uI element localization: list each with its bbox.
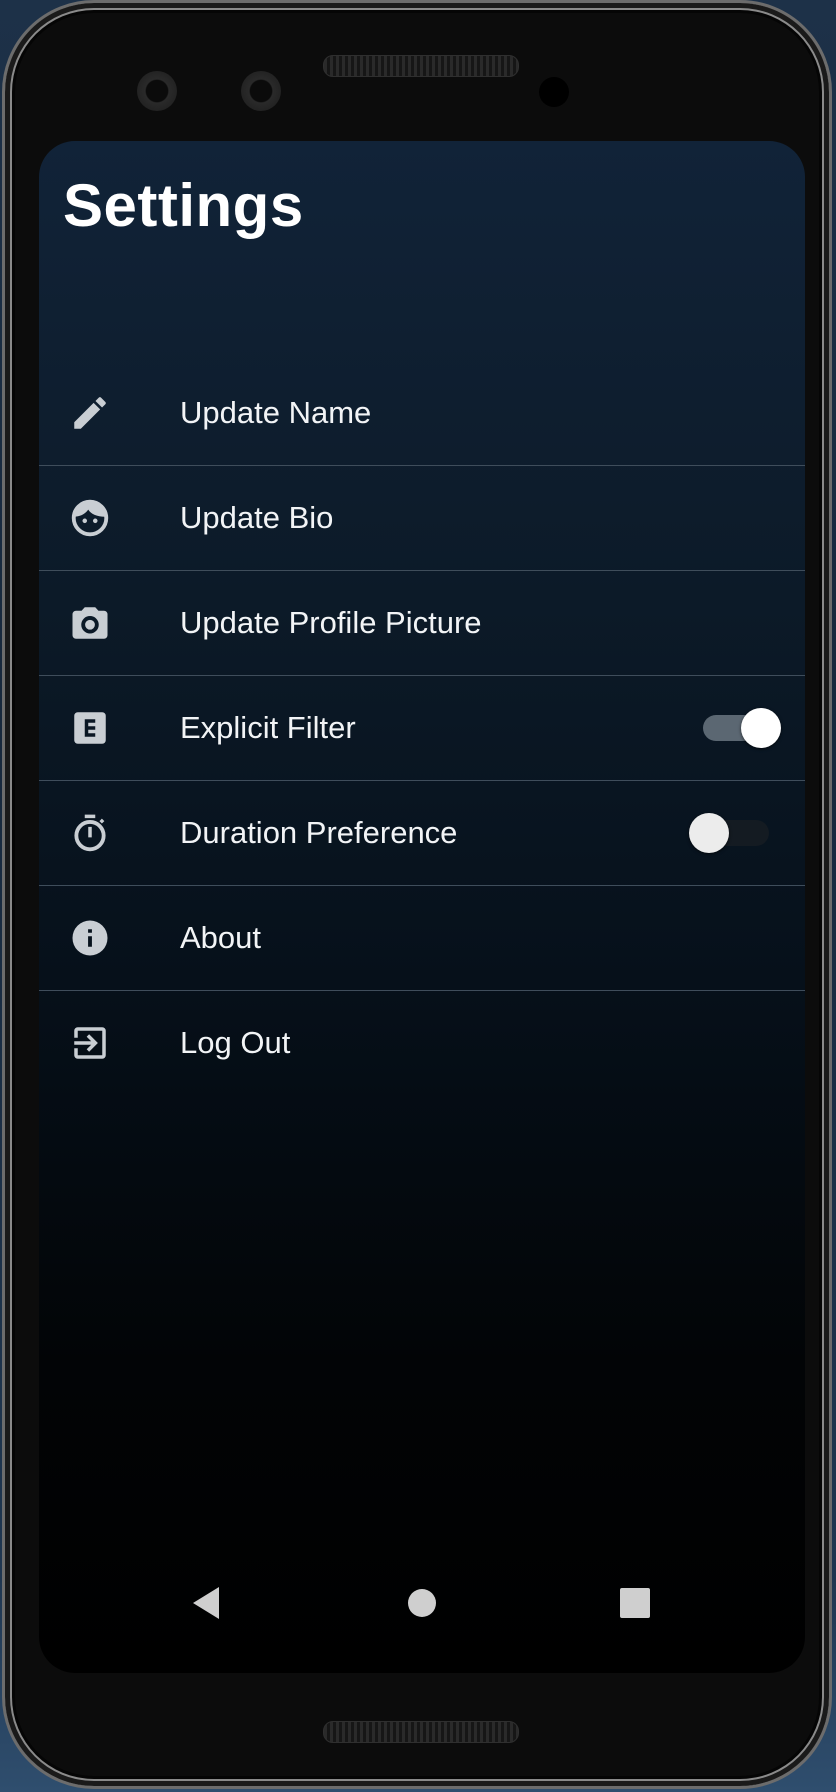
- settings-item-label: Duration Preference: [180, 815, 458, 850]
- front-camera-right: [241, 71, 281, 111]
- front-camera-left: [137, 71, 177, 111]
- app-screen: Settings Update Name Update Bio Update P…: [39, 141, 805, 1673]
- logout-icon: [69, 1022, 111, 1064]
- settings-item-explicit-filter[interactable]: Explicit Filter: [39, 676, 805, 781]
- settings-item-about[interactable]: About: [39, 886, 805, 991]
- info-icon: [69, 917, 111, 959]
- earpiece-speaker: [323, 55, 519, 77]
- back-icon[interactable]: [181, 1577, 233, 1629]
- settings-item-label: Update Name: [180, 395, 372, 430]
- settings-item-label: Explicit Filter: [180, 710, 356, 745]
- settings-item-log-out[interactable]: Log Out: [39, 991, 805, 1096]
- settings-item-update-profile-picture[interactable]: Update Profile Picture: [39, 571, 805, 676]
- pencil-icon: [69, 392, 111, 434]
- proximity-sensor: [539, 77, 569, 107]
- settings-item-duration-preference[interactable]: Duration Preference: [39, 781, 805, 886]
- settings-item-label: Update Bio: [180, 500, 334, 535]
- phone-frame: Settings Update Name Update Bio Update P…: [2, 0, 832, 1789]
- toggle-knob: [689, 813, 729, 853]
- settings-item-label: Log Out: [180, 1025, 291, 1060]
- home-icon[interactable]: [396, 1577, 448, 1629]
- recents-icon[interactable]: [609, 1577, 661, 1629]
- explicit-icon: [69, 707, 111, 749]
- system-navigation-bar: [39, 1567, 805, 1639]
- settings-item-label: About: [180, 920, 262, 955]
- face-icon: [69, 497, 111, 539]
- settings-item-update-name[interactable]: Update Name: [39, 361, 805, 466]
- settings-item-label: Update Profile Picture: [180, 605, 482, 640]
- bottom-speaker: [323, 1721, 519, 1743]
- toggle-knob: [741, 708, 781, 748]
- explicit-filter-toggle[interactable]: [703, 703, 781, 753]
- page-title: Settings: [63, 172, 304, 239]
- timer-icon: [69, 812, 111, 854]
- camera-icon: [69, 602, 111, 644]
- settings-item-update-bio[interactable]: Update Bio: [39, 466, 805, 571]
- duration-preference-toggle[interactable]: [689, 808, 775, 858]
